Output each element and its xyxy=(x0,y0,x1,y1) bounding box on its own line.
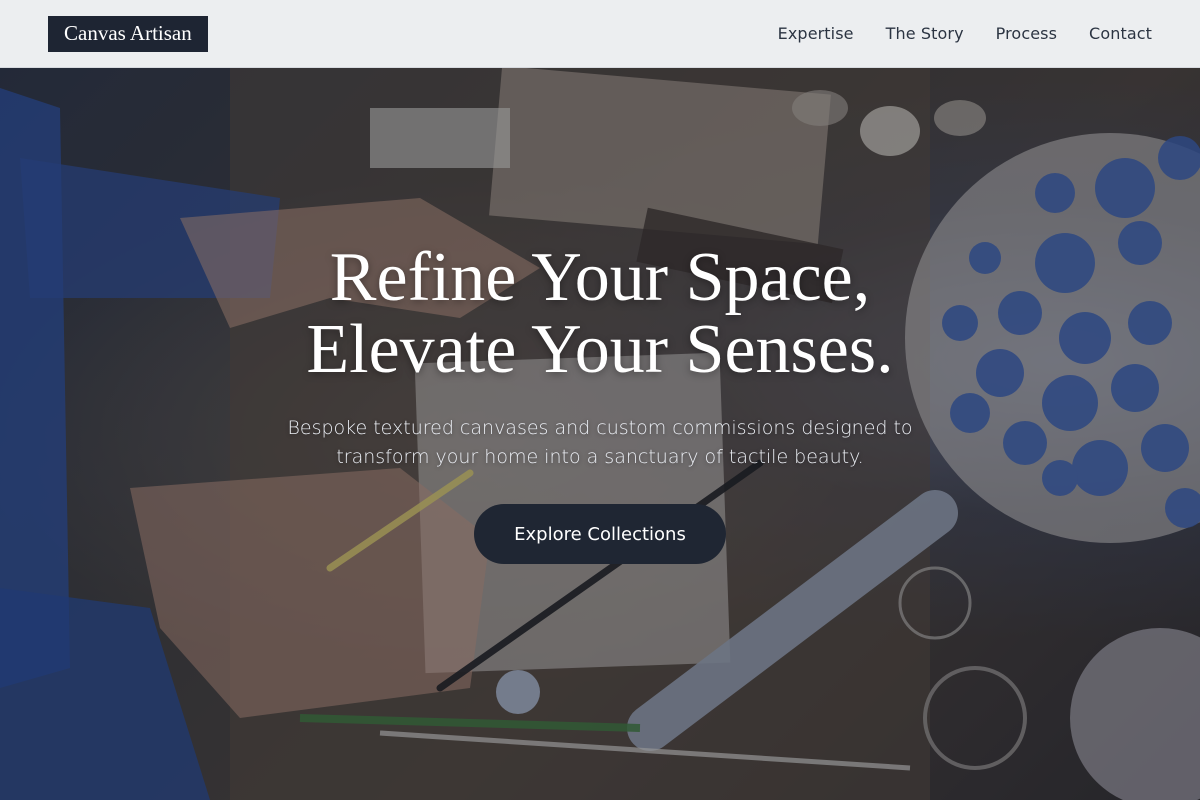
nav-link-process[interactable]: Process xyxy=(996,24,1057,43)
nav-link-expertise[interactable]: Expertise xyxy=(778,24,854,43)
explore-collections-button[interactable]: Explore Collections xyxy=(474,504,726,564)
brand-logo[interactable]: Canvas Artisan xyxy=(48,15,208,52)
hero-subtitle: Bespoke textured canvases and custom com… xyxy=(287,417,913,468)
nav-link-the-story[interactable]: The Story xyxy=(886,24,964,43)
hero-headline-line-2: Elevate Your Senses. xyxy=(306,311,894,388)
nav-link-contact[interactable]: Contact xyxy=(1089,24,1152,43)
hero-headline: Refine Your Space, Elevate Your Senses. xyxy=(306,242,893,386)
hero-content: Refine Your Space, Elevate Your Senses. … xyxy=(0,68,1200,800)
hero-section: Refine Your Space, Elevate Your Senses. … xyxy=(0,68,1200,800)
hero-headline-line-1: Refine Your Space, xyxy=(329,239,871,316)
top-navigation: Canvas Artisan Expertise The Story Proce… xyxy=(0,0,1200,68)
nav-links: Expertise The Story Process Contact xyxy=(778,24,1152,43)
